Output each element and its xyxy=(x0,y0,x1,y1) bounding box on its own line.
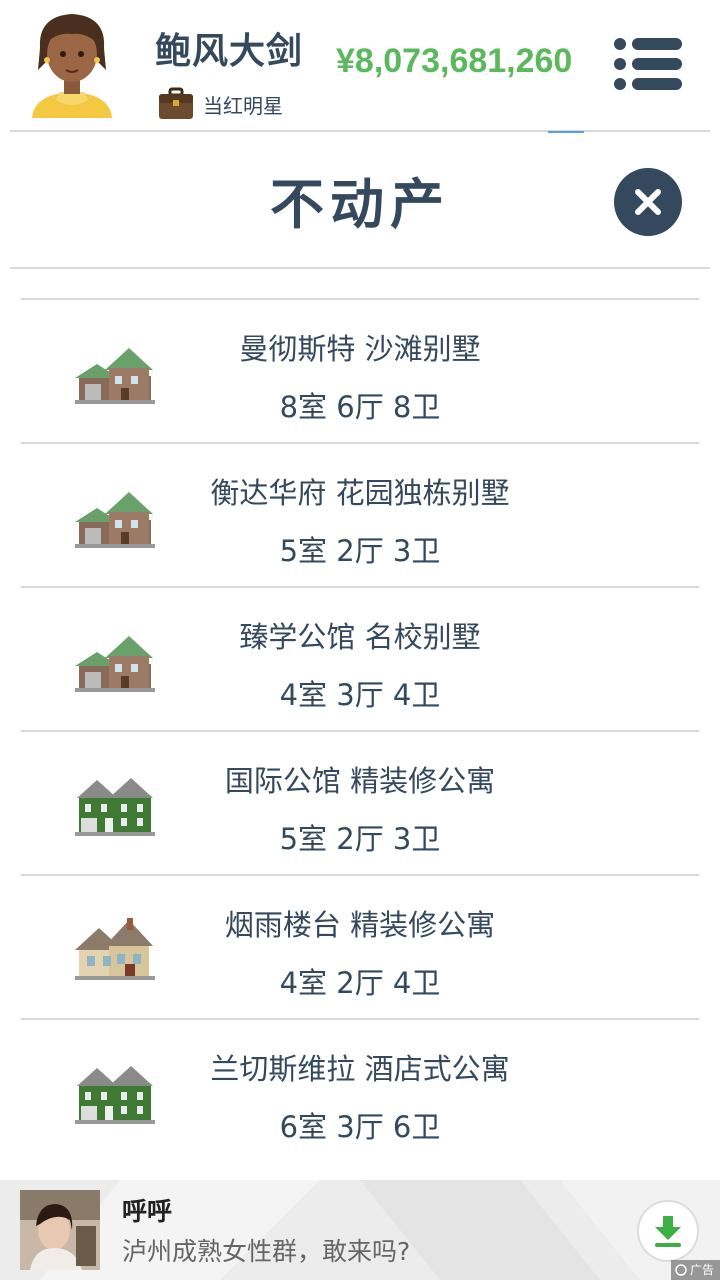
header-divider xyxy=(10,130,710,132)
close-button[interactable] xyxy=(614,168,682,236)
property-name: 衡达华府 花园独栋别墅 xyxy=(210,476,510,510)
property-name: 臻学公馆 名校别墅 xyxy=(239,620,481,654)
property-rooms: 6室 3厅 6卫 xyxy=(279,1110,441,1144)
job-row: 当红明星 xyxy=(157,86,283,122)
property-item[interactable]: 烟雨楼台 精装修公寓 4室 2厅 4卫 xyxy=(21,874,699,1018)
property-item[interactable]: 臻学公馆 名校别墅 4室 3厅 4卫 xyxy=(21,586,699,730)
header-accent-line xyxy=(548,131,584,133)
property-list: 曼彻斯特 沙滩别墅 8室 6厅 8卫 衡达华府 花园独栋别墅 5室 2厅 3卫 xyxy=(21,298,699,1162)
ad-logo-icon xyxy=(675,1264,687,1276)
property-rooms: 5室 2厅 3卫 xyxy=(279,534,441,568)
panel-title: 不动产 xyxy=(270,173,450,236)
ad-text: 泸州成熟女性群，敢来吗? xyxy=(122,1237,411,1266)
property-item[interactable]: 国际公馆 精装修公寓 5室 2厅 3卫 xyxy=(21,730,699,874)
briefcase-icon xyxy=(159,87,193,119)
real-estate-screen: 鲍风大剑 当红明星 ¥8,073,681,260 不动产 曼彻斯特 沙滩别墅 8… xyxy=(0,0,720,1280)
property-name: 烟雨楼台 精装修公寓 xyxy=(224,908,496,942)
ad-title: 呼呼 xyxy=(122,1197,173,1226)
property-name: 曼彻斯特 沙滩别墅 xyxy=(239,332,481,366)
job-title: 当红明星 xyxy=(203,93,283,118)
property-rooms: 4室 2厅 4卫 xyxy=(279,966,441,1000)
title-divider xyxy=(10,267,710,269)
ad-badge-label: 广告 xyxy=(689,1263,714,1277)
player-header: 鲍风大剑 当红明星 ¥8,073,681,260 xyxy=(0,0,720,132)
menu-icon[interactable] xyxy=(612,36,684,92)
download-button[interactable] xyxy=(637,1200,699,1262)
property-name: 国际公馆 精装修公寓 xyxy=(224,764,496,798)
property-item[interactable]: 衡达华府 花园独栋别墅 5室 2厅 3卫 xyxy=(21,442,699,586)
property-item[interactable]: 兰切斯维拉 酒店式公寓 6室 3厅 6卫 xyxy=(21,1018,699,1162)
player-name: 鲍风大剑 xyxy=(155,31,304,72)
property-item[interactable]: 曼彻斯特 沙滩别墅 8室 6厅 8卫 xyxy=(21,298,699,442)
property-rooms: 8室 6厅 8卫 xyxy=(279,390,441,424)
player-avatar[interactable] xyxy=(26,8,118,118)
property-rooms: 5室 2厅 3卫 xyxy=(279,822,441,856)
ad-badge: 广告 xyxy=(670,1260,720,1280)
close-icon xyxy=(635,189,661,215)
property-rooms: 4室 3厅 4卫 xyxy=(279,678,441,712)
ad-photo xyxy=(20,1190,100,1270)
download-icon xyxy=(655,1216,681,1247)
ad-banner[interactable]: 呼呼 泸州成熟女性群，敢来吗? 广告 xyxy=(0,1180,720,1280)
property-name: 兰切斯维拉 酒店式公寓 xyxy=(210,1052,510,1086)
money-balance: ¥8,073,681,260 xyxy=(336,42,573,80)
